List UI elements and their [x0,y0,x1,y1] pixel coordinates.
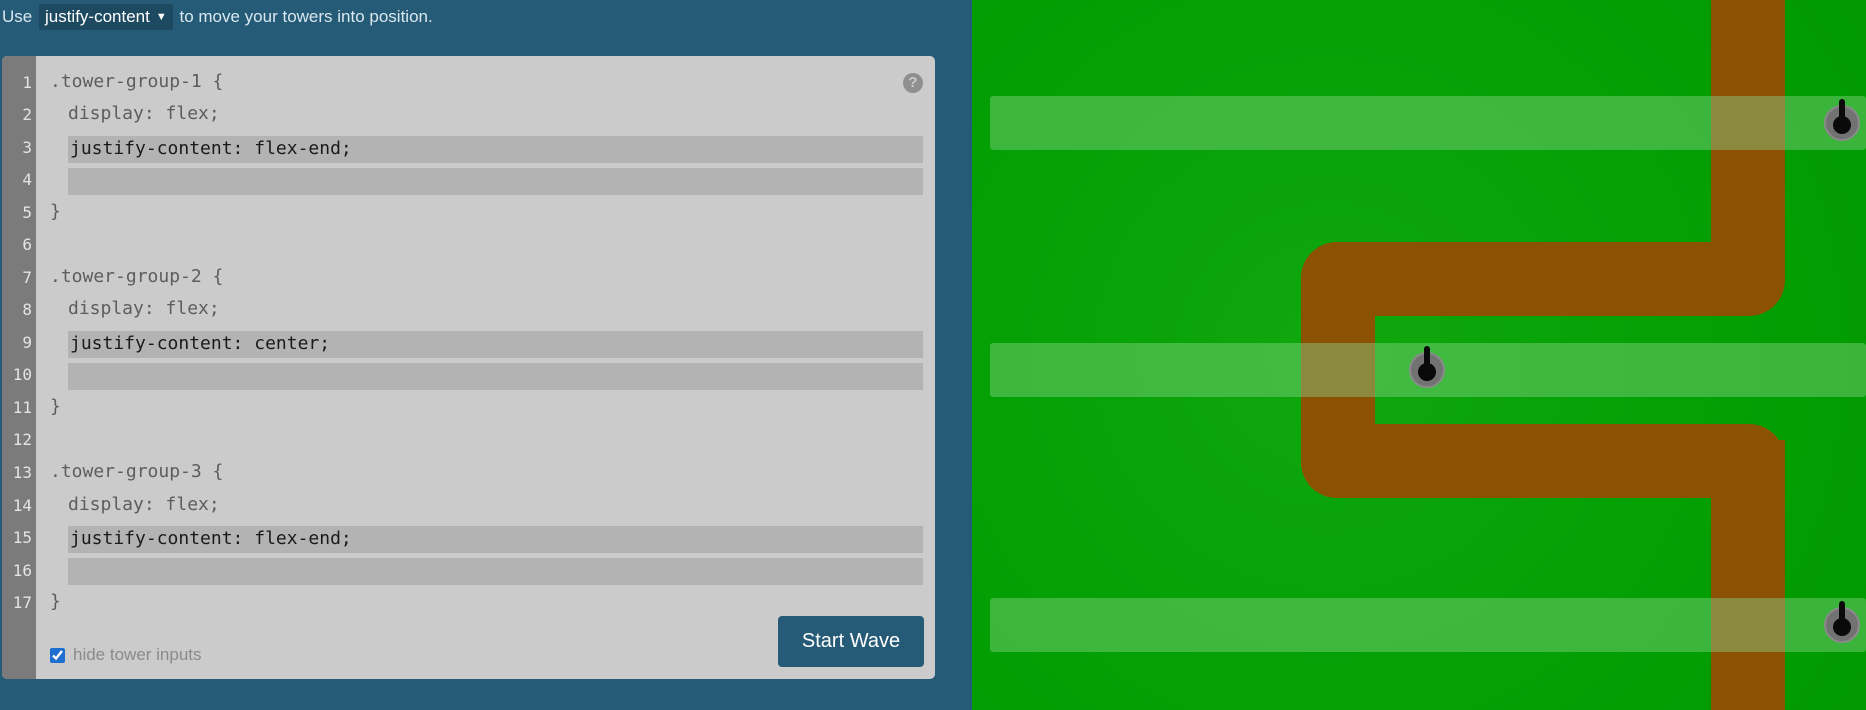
code-line: .tower-group-3 { [50,461,224,482]
enemy-path-segment [1711,440,1785,710]
line-number: 8 [22,300,32,319]
tower-group-2-lane [990,343,1866,397]
tower-group-2-input-extra[interactable] [68,363,923,390]
code-editor: 1 2 3 4 5 6 7 8 9 10 11 12 13 14 15 16 1… [2,56,935,679]
line-number: 13 [12,463,32,482]
line-number: 2 [22,105,32,124]
line-number: 3 [22,138,32,157]
hide-tower-inputs-toggle[interactable]: hide tower inputs [50,645,202,665]
line-number: 9 [22,333,32,352]
line-number: 5 [22,203,32,222]
tower-icon [1824,99,1860,141]
tower-icon [1824,601,1860,643]
instruction-prefix: Use [2,7,33,26]
instruction-suffix: to move your towers into position. [179,7,433,26]
game-board [972,0,1866,710]
line-number: 16 [12,561,32,580]
code-line: display: flex; [68,298,220,319]
line-number: 10 [12,365,32,384]
code-line: } [50,396,61,417]
hide-tower-inputs-checkbox[interactable] [50,647,65,663]
line-number: 14 [12,496,32,515]
line-number: 6 [22,235,32,254]
tower-group-3-lane [990,598,1866,652]
tower-barrel [1839,601,1845,623]
code-line: } [50,591,61,612]
code-line: } [50,201,61,222]
line-number: 7 [22,268,32,287]
code-line: .tower-group-1 { [50,71,224,92]
line-number: 4 [22,170,32,189]
line-number: 17 [12,593,32,612]
tower-group-1-lane [990,96,1866,150]
code-line: justify-content: flex-end; [70,528,352,549]
tower-barrel [1424,346,1430,368]
tower-icon [1409,346,1445,388]
code-line: justify-content: center; [70,333,331,354]
start-wave-button[interactable]: Start Wave [778,616,924,667]
line-number-gutter: 1 2 3 4 5 6 7 8 9 10 11 12 13 14 15 16 1… [2,56,36,679]
tower-group-3-input-extra[interactable] [68,558,923,585]
instruction-text: Use justify-content ▼ to move your towers… [2,4,433,30]
line-number: 1 [22,73,32,92]
hide-tower-inputs-label: hide tower inputs [73,645,202,664]
code-line: justify-content: flex-end; [70,138,352,159]
property-dropdown-label: justify-content [44,7,150,26]
line-number: 11 [12,398,32,417]
tower-barrel [1839,99,1845,121]
code-line: display: flex; [68,103,220,124]
code-line: .tower-group-2 { [50,266,224,287]
line-number: 15 [12,528,32,547]
tower-group-1-input-extra[interactable] [68,168,923,195]
question-circle-icon[interactable]: ? [903,73,923,93]
property-dropdown[interactable]: justify-content ▼ [38,4,173,30]
code-line: display: flex; [68,494,220,515]
dropdown-caret-icon: ▼ [155,11,167,23]
editor-panel: Use justify-content ▼ to move your towers… [0,0,972,710]
line-number: 12 [12,430,32,449]
